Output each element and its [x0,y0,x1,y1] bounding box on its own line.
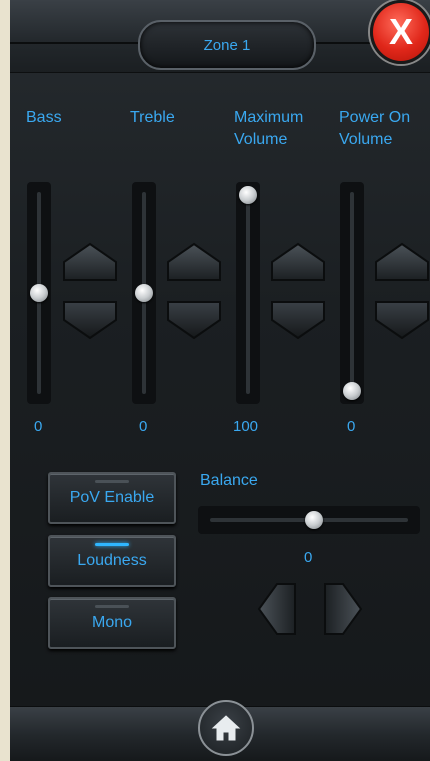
treble-slider-knob[interactable] [135,284,153,302]
treble-down-button[interactable] [166,300,222,340]
home-button[interactable] [198,700,254,756]
max-volume-slider[interactable] [236,182,260,404]
bass-slider-knob[interactable] [30,284,48,302]
pov-enable-indicator [95,480,129,483]
home-icon [211,715,241,741]
max-volume-label: Maximum Volume [234,107,303,151]
balance-slider-knob[interactable] [305,511,323,529]
mono-label: Mono [91,614,133,631]
power-on-volume-label: Power On Volume [339,107,410,151]
balance-right-button[interactable] [323,582,363,636]
power-on-volume-down-button[interactable] [374,300,430,340]
balance-value: 0 [304,549,313,566]
pov-enable-label: PoV Enable [69,489,155,506]
max-volume-value: 100 [233,418,259,435]
mono-indicator [95,605,129,608]
power-on-volume-up-button[interactable] [374,242,430,282]
bass-up-button[interactable] [62,242,118,282]
power-on-volume-slider-knob[interactable] [343,382,361,400]
bass-slider[interactable] [27,182,51,404]
treble-slider[interactable] [132,182,156,404]
bass-value: 0 [34,418,43,435]
bass-down-button[interactable] [62,300,118,340]
loudness-label: Loudness [77,552,147,569]
balance-left-button[interactable] [257,582,297,636]
max-volume-down-button[interactable] [270,300,326,340]
bass-label: Bass [26,109,62,126]
pov-enable-button[interactable]: PoV Enable [48,472,176,524]
power-on-volume-slider[interactable] [340,182,364,404]
max-volume-slider-track [246,192,250,394]
power-on-volume-slider-track [350,192,354,394]
balance-label: Balance [200,472,258,489]
treble-label: Treble [130,109,175,126]
close-button[interactable]: X [370,0,430,64]
max-volume-label-line2: Volume [234,131,288,148]
max-volume-label-line1: Maximum [234,109,304,126]
max-volume-slider-knob[interactable] [239,186,257,204]
loudness-indicator [95,543,129,546]
power-on-volume-value: 0 [347,418,356,435]
mono-button[interactable]: Mono [48,597,176,649]
treble-up-button[interactable] [166,242,222,282]
zone-settings-panel: Zone 1 Bass Treble Maximum Volume Power … [10,0,430,761]
balance-slider[interactable] [198,506,420,534]
close-icon: X [388,11,413,52]
power-on-volume-label-line2: Volume [339,131,393,148]
max-volume-up-button[interactable] [270,242,326,282]
zone-title: Zone 1 [138,20,316,70]
treble-value: 0 [139,418,148,435]
loudness-button[interactable]: Loudness [48,535,176,587]
power-on-volume-label-line1: Power On [339,109,411,126]
